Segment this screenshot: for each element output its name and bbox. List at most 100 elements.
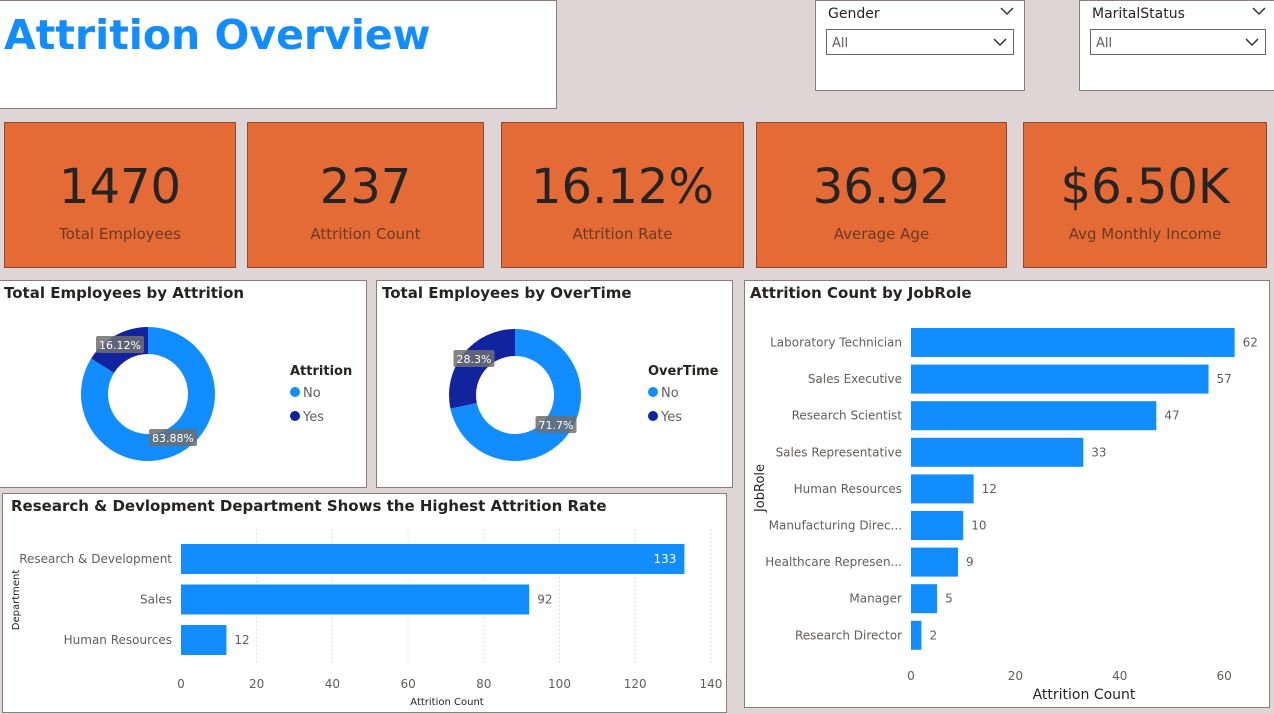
x-tick-label: 0 xyxy=(907,669,915,683)
marital-status-dropdown[interactable]: All xyxy=(1090,29,1266,55)
category-label: Manufacturing Direc... xyxy=(769,519,902,533)
kpi-value: 16.12% xyxy=(530,159,715,215)
marital-status-slicer-label: MaritalStatus xyxy=(1092,6,1185,22)
category-label: Sales Executive xyxy=(808,372,902,386)
bar-chart-svg: Laboratory Technician 62 Sales Executive 57… xyxy=(753,328,1258,703)
kpi-card-attrition-rate: 16.12% Attrition Rate xyxy=(501,122,744,268)
gender-slicer-label: Gender xyxy=(828,6,880,22)
legend-item: No xyxy=(661,386,679,401)
data-label: 62 xyxy=(1243,336,1258,350)
kpi-card-total-employees: 1470 Total Employees xyxy=(4,122,236,268)
kpi-value: 1470 xyxy=(58,159,182,215)
bar xyxy=(181,584,530,615)
data-label: 83.88% xyxy=(152,432,194,445)
bar xyxy=(911,511,964,540)
category-label: Human Resources xyxy=(64,633,172,647)
x-tick-label: 60 xyxy=(1217,669,1232,683)
category-label: Laboratory Technician xyxy=(770,336,902,350)
legend-title: Attrition xyxy=(290,364,352,379)
bar xyxy=(911,547,958,577)
gender-dropdown[interactable]: All xyxy=(826,29,1014,55)
x-tick-label: 20 xyxy=(1008,669,1023,683)
kpi-value: $6.50K xyxy=(1060,159,1230,215)
kpi-card-average-age: 36.92 Average Age xyxy=(756,122,1007,268)
chevron-down-icon xyxy=(1245,38,1259,47)
bar xyxy=(911,328,1235,357)
bar-chart-svg: Research & Development 133 Sales 92 Human Re… xyxy=(11,529,722,708)
x-axis-label: Attrition Count xyxy=(1033,687,1136,703)
category-label: Sales Representative xyxy=(776,445,902,459)
marital-status-dropdown-value: All xyxy=(1096,36,1113,51)
data-label: 28.3% xyxy=(457,353,492,366)
bar-chart-department: Research & Devlopment Department Shows t… xyxy=(2,493,727,713)
kpi-value: 36.92 xyxy=(812,159,951,215)
bar xyxy=(911,437,1084,467)
data-label: 5 xyxy=(945,592,953,606)
legend-marker xyxy=(290,387,300,397)
x-tick-label: 140 xyxy=(699,677,722,691)
chevron-down-icon xyxy=(993,38,1007,47)
donut-chart-overtime: Total Employees by OverTime 71.7% 28.3% Ov… xyxy=(376,280,733,488)
kpi-label: Total Employees xyxy=(59,225,181,243)
donut-chart-svg: 71.7% 28.3% OverTime No Yes xyxy=(449,329,719,461)
donut-slice-yes xyxy=(449,329,515,409)
legend-item: No xyxy=(303,386,321,401)
bar xyxy=(181,544,685,574)
legend-item: Yes xyxy=(660,410,682,425)
data-label: 92 xyxy=(537,593,552,607)
category-label: Sales xyxy=(140,593,172,607)
data-label: 133 xyxy=(653,552,676,566)
category-label: Manager xyxy=(849,592,902,606)
gender-dropdown-value: All xyxy=(832,36,849,51)
bar xyxy=(911,584,938,614)
data-label: 57 xyxy=(1217,372,1232,386)
data-label: 47 xyxy=(1164,409,1179,423)
donut-chart-attrition: Total Employees by Attrition 83.88% 16.12… xyxy=(0,280,367,488)
gender-slicer: Gender All xyxy=(815,0,1025,91)
bar xyxy=(911,401,1157,431)
x-tick-label: 40 xyxy=(1112,669,1127,683)
x-tick-label: 40 xyxy=(325,677,340,691)
x-tick-label: 100 xyxy=(548,677,571,691)
legend-item: Yes xyxy=(302,410,324,425)
legend-marker xyxy=(648,411,658,421)
bar xyxy=(911,364,1209,394)
bar xyxy=(911,474,974,504)
category-label: Research Director xyxy=(795,628,902,642)
page-title: Attrition Overview xyxy=(4,11,431,59)
legend-marker xyxy=(290,411,300,421)
category-label: Human Resources xyxy=(794,482,902,496)
marital-status-slicer: MaritalStatus All xyxy=(1079,0,1274,91)
kpi-label: Attrition Rate xyxy=(572,225,673,243)
category-label: Research & Development xyxy=(19,552,172,566)
y-axis-label: JobRole xyxy=(753,464,768,513)
kpi-value: 237 xyxy=(319,159,412,215)
title-panel: Attrition Overview xyxy=(0,0,557,109)
x-tick-label: 20 xyxy=(249,677,264,691)
donut-chart-svg: 83.88% 16.12% Attrition No Yes xyxy=(80,327,352,461)
x-tick-label: 80 xyxy=(476,677,491,691)
data-label: 71.7% xyxy=(539,419,574,432)
kpi-label: Attrition Count xyxy=(310,225,421,243)
data-label: 9 xyxy=(966,555,974,569)
data-label: 2 xyxy=(929,628,937,642)
data-label: 33 xyxy=(1091,445,1106,459)
y-axis-label: Department xyxy=(11,570,22,631)
data-label: 10 xyxy=(971,519,986,533)
kpi-card-avg-monthly-income: $6.50K Avg Monthly Income xyxy=(1023,122,1267,268)
bar xyxy=(911,620,922,650)
category-label: Research Scientist xyxy=(792,409,903,423)
data-label: 12 xyxy=(234,633,249,647)
chevron-down-icon[interactable] xyxy=(1000,5,1014,17)
kpi-label: Average Age xyxy=(833,225,930,243)
x-axis-label: Attrition Count xyxy=(410,697,484,708)
category-label: Healthcare Represen... xyxy=(765,555,902,569)
kpi-card-attrition-count: 237 Attrition Count xyxy=(247,122,484,268)
bar xyxy=(181,625,227,655)
x-tick-label: 120 xyxy=(624,677,647,691)
x-tick-label: 60 xyxy=(400,677,415,691)
x-tick-label: 0 xyxy=(177,677,185,691)
bar-chart-jobrole: Attrition Count by JobRole Laboratory Te… xyxy=(744,280,1270,708)
legend-marker xyxy=(648,387,658,397)
chevron-down-icon[interactable] xyxy=(1252,5,1266,17)
